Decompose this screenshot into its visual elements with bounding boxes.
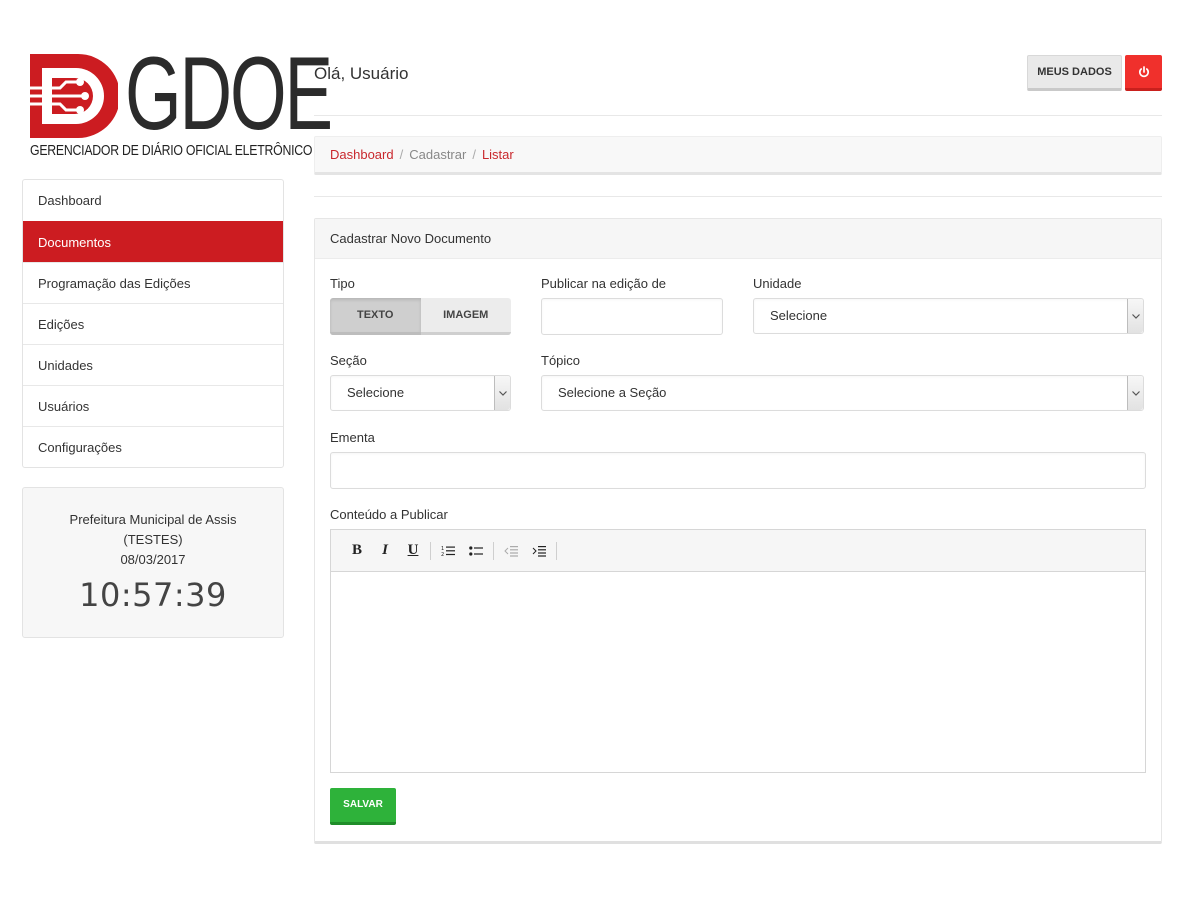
content-editor: B I U 12 [330,529,1146,773]
save-button[interactable]: SALVAR [330,788,396,825]
unidade-label: Unidade [753,276,802,291]
bold-icon[interactable]: B [343,539,371,563]
current-time: 10:57:39 [79,576,227,614]
toolbar-separator [556,541,557,560]
unordered-list-icon[interactable] [462,539,490,563]
tipo-imagem-button[interactable]: IMAGEM [420,298,511,335]
breadcrumb-listar[interactable]: Listar [482,147,514,162]
gdoe-logo-icon [30,54,118,138]
breadcrumb-separator: / [472,147,476,162]
new-document-panel: Cadastrar Novo Documento Tipo TEXTO IMAG… [314,218,1162,844]
editor-toolbar: B I U 12 [331,530,1145,572]
tipo-toggle: TEXTO IMAGEM [330,298,511,335]
sidebar-item-usuarios[interactable]: Usuários [23,385,283,426]
topico-select-value: Selecione a Seção [558,385,667,400]
editor-text-area[interactable] [331,572,1145,772]
header-divider [314,115,1162,116]
ementa-label: Ementa [330,430,375,445]
italic-icon[interactable]: I [371,539,399,563]
toolbar-separator [430,541,431,560]
chevron-down-icon [1127,299,1143,333]
edicao-date-input[interactable] [541,298,723,335]
topico-select[interactable]: Selecione a Seção [541,375,1144,411]
unidade-select-value: Selecione [770,308,828,323]
edicao-label: Publicar na edição de [541,276,667,291]
secao-select-value: Selecione [347,385,405,400]
logout-button[interactable] [1125,55,1162,91]
ordered-list-icon[interactable]: 12 [434,539,462,563]
clock-widget: Prefeitura Municipal de Assis (TESTES) 0… [22,487,284,638]
unidade-select[interactable]: Selecione [753,298,1144,334]
power-icon [1138,65,1149,77]
brand-name: GDOE [125,36,333,152]
chevron-down-icon [494,376,510,410]
sidebar-item-programacao[interactable]: Programação das Edições [23,262,283,303]
breadcrumb-dashboard[interactable]: Dashboard [330,147,394,162]
brand-logo[interactable]: GDOE GERENCIADOR DE DIÁRIO OFICIAL ELETR… [30,42,333,162]
svg-text:2: 2 [441,552,444,557]
breadcrumb-divider [314,196,1162,197]
sidebar-item-edicoes[interactable]: Edições [23,303,283,344]
breadcrumb-cadastrar: Cadastrar [409,147,467,162]
tipo-texto-button[interactable]: TEXTO [330,298,421,335]
my-data-button[interactable]: MEUS DADOS [1027,55,1122,91]
outdent-icon[interactable] [497,539,525,563]
secao-label: Seção [330,353,367,368]
underline-icon[interactable]: U [399,539,427,563]
sidebar-menu: Dashboard Documentos Programação das Edi… [22,179,284,468]
breadcrumb-separator: / [399,147,404,162]
topico-label: Tópico [541,353,581,368]
secao-select[interactable]: Selecione [330,375,511,411]
indent-icon[interactable] [525,539,553,563]
current-date: 08/03/2017 [120,552,186,567]
sidebar-item-configuracoes[interactable]: Configurações [23,426,283,467]
sidebar-item-dashboard[interactable]: Dashboard [23,180,283,221]
greeting: Olá, Usuário [314,64,409,83]
toolbar-separator [493,541,494,560]
brand-subtitle: GERENCIADOR DE DIÁRIO OFICIAL ELETRÔNICO [30,142,313,159]
organization-name: Prefeitura Municipal de Assis (TESTES) [69,512,237,547]
ementa-input[interactable] [330,452,1146,489]
sidebar-item-unidades[interactable]: Unidades [23,344,283,385]
tipo-label: Tipo [330,276,355,291]
sidebar-item-documentos[interactable]: Documentos [23,221,283,262]
conteudo-label: Conteúdo a Publicar [330,507,448,522]
breadcrumb: Dashboard / Cadastrar / Listar [314,136,1162,175]
panel-title: Cadastrar Novo Documento [315,219,1161,259]
chevron-down-icon [1127,376,1143,410]
